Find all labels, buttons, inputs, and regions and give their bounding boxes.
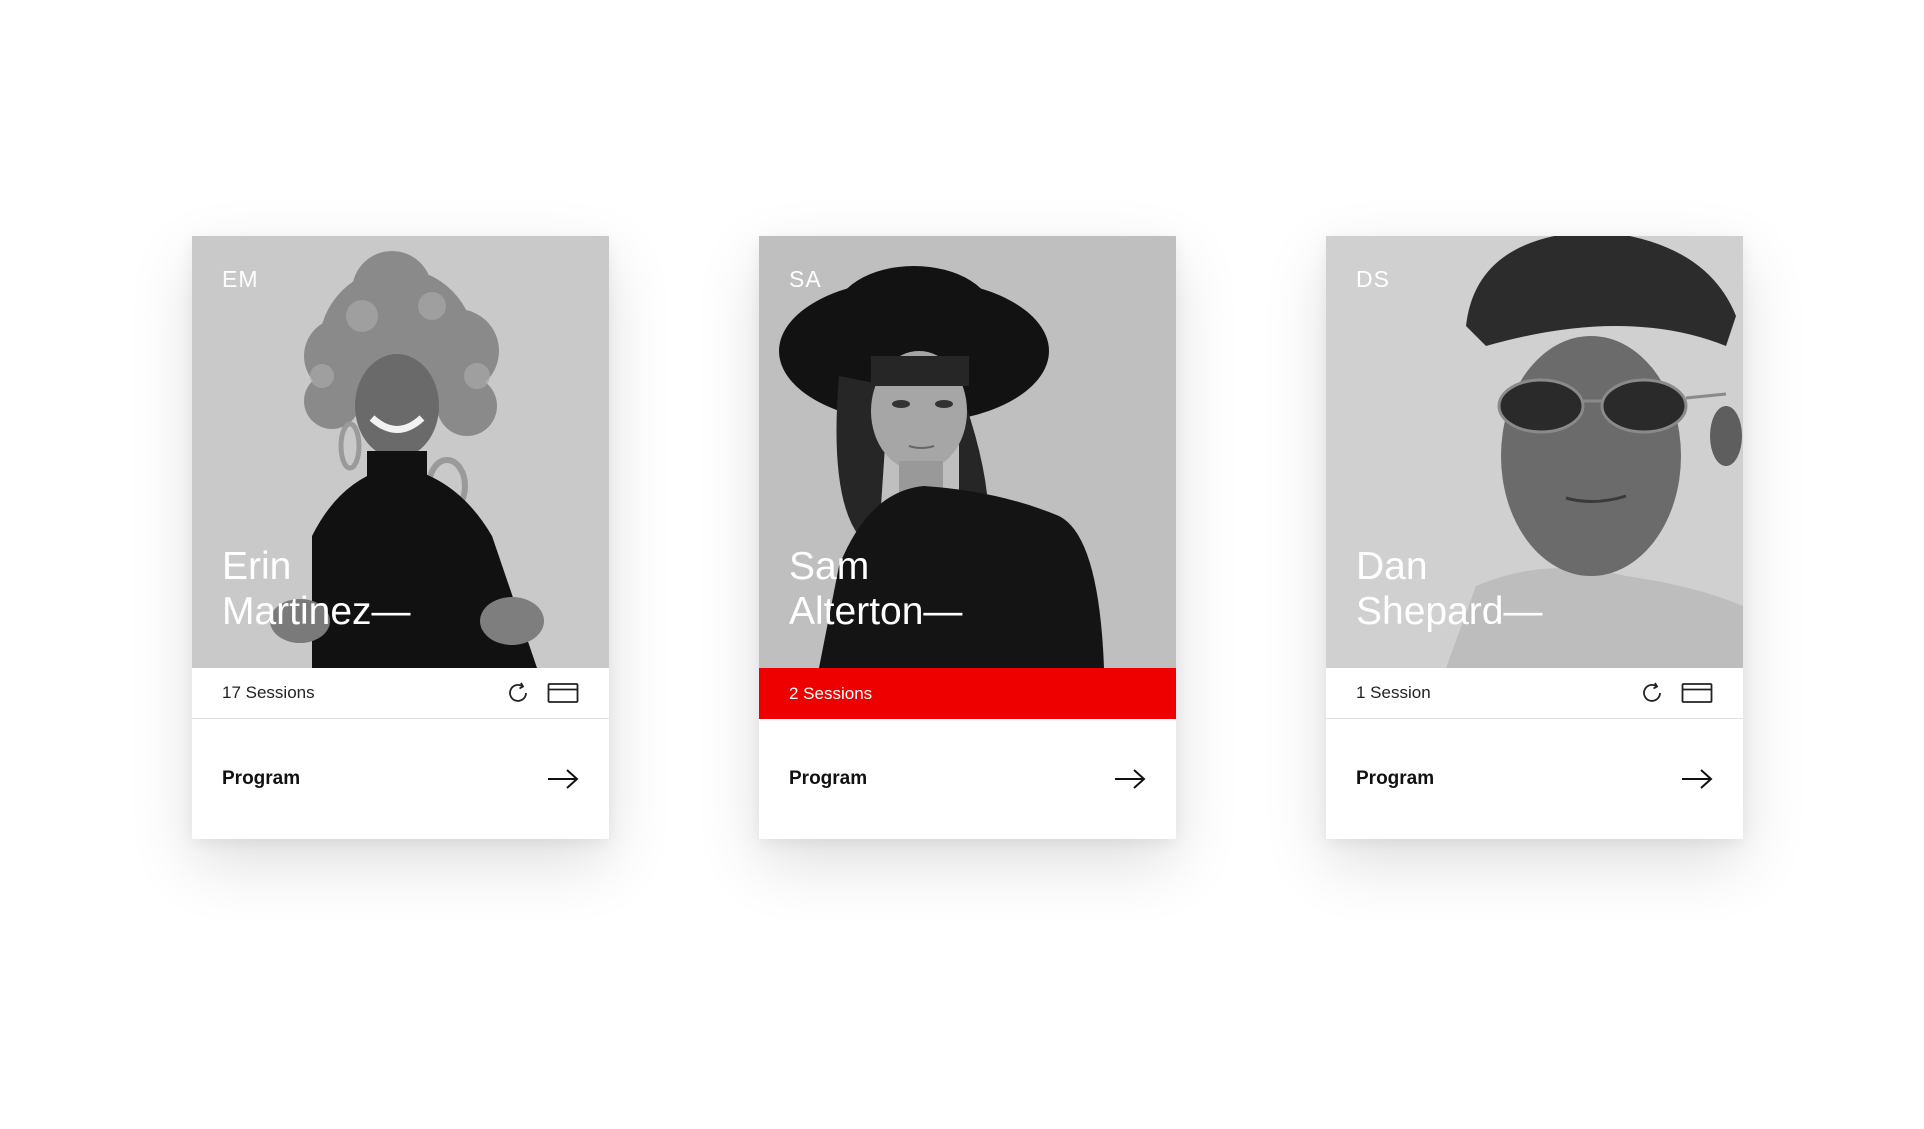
person-name: Sam Alterton— bbox=[789, 544, 962, 634]
program-label: Program bbox=[222, 768, 301, 789]
last-name: Martinez— bbox=[222, 590, 411, 633]
profile-photo: DS Dan Shepard— bbox=[1326, 236, 1743, 668]
initials: EM bbox=[222, 266, 259, 292]
profile-card-sam[interactable]: SA Sam Alterton— 2 Sessions Program bbox=[759, 236, 1176, 839]
person-name: Dan Shepard— bbox=[1356, 544, 1542, 634]
program-label: Program bbox=[789, 768, 868, 789]
profile-card-erin[interactable]: EM Erin Martinez— 17 Sessions Program bbox=[192, 236, 609, 839]
profile-photo: SA Sam Alterton— bbox=[759, 236, 1176, 668]
first-name: Dan bbox=[1356, 545, 1428, 588]
program-link[interactable]: Program bbox=[192, 719, 609, 839]
initials: DS bbox=[1356, 266, 1390, 292]
profile-photo: EM Erin Martinez— bbox=[192, 236, 609, 668]
initials: SA bbox=[789, 266, 822, 292]
arrow-right-icon[interactable] bbox=[1114, 768, 1146, 790]
sessions-bar: 1 Session bbox=[1326, 668, 1743, 719]
cards-stage: EM Erin Martinez— 17 Sessions Program SA… bbox=[0, 0, 1924, 1129]
sessions-count: 17 Sessions bbox=[222, 683, 315, 702]
person-name: Erin Martinez— bbox=[222, 544, 411, 634]
first-name: Erin bbox=[222, 545, 292, 588]
program-label: Program bbox=[1356, 768, 1435, 789]
sessions-count: 2 Sessions bbox=[789, 683, 873, 703]
card-icon[interactable] bbox=[547, 682, 579, 704]
sessions-bar: 17 Sessions bbox=[192, 668, 609, 719]
last-name: Shepard— bbox=[1356, 590, 1543, 633]
sessions-count: 1 Session bbox=[1356, 683, 1431, 702]
program-link[interactable]: Program bbox=[759, 719, 1176, 839]
last-name: Alterton— bbox=[789, 590, 963, 633]
arrow-right-icon[interactable] bbox=[547, 768, 579, 790]
refresh-icon[interactable] bbox=[505, 680, 531, 706]
sessions-bar-highlighted: 2 Sessions bbox=[759, 668, 1176, 719]
program-link[interactable]: Program bbox=[1326, 719, 1743, 839]
profile-card-dan[interactable]: DS Dan Shepard— 1 Session Program bbox=[1326, 236, 1743, 839]
first-name: Sam bbox=[789, 545, 870, 588]
arrow-right-icon[interactable] bbox=[1681, 768, 1713, 790]
card-icon[interactable] bbox=[1681, 682, 1713, 704]
refresh-icon[interactable] bbox=[1639, 680, 1665, 706]
